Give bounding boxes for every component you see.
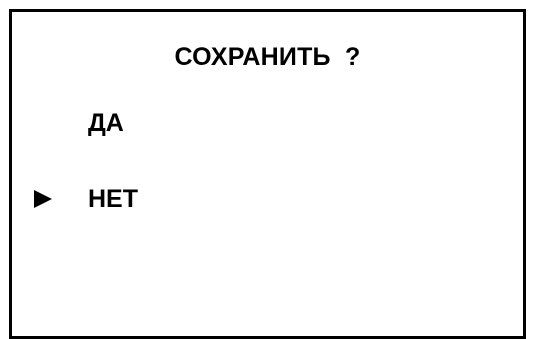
- save-dialog-screen: СОХРАНИТЬ ? ДА НЕТ: [9, 9, 526, 339]
- selection-pointer-icon: [34, 190, 52, 208]
- option-no[interactable]: НЕТ: [12, 184, 312, 214]
- option-yes[interactable]: ДА: [12, 108, 312, 138]
- option-yes-label: ДА: [88, 109, 124, 137]
- save-prompt-title: СОХРАНИТЬ ?: [174, 43, 361, 71]
- option-no-label: НЕТ: [88, 185, 138, 213]
